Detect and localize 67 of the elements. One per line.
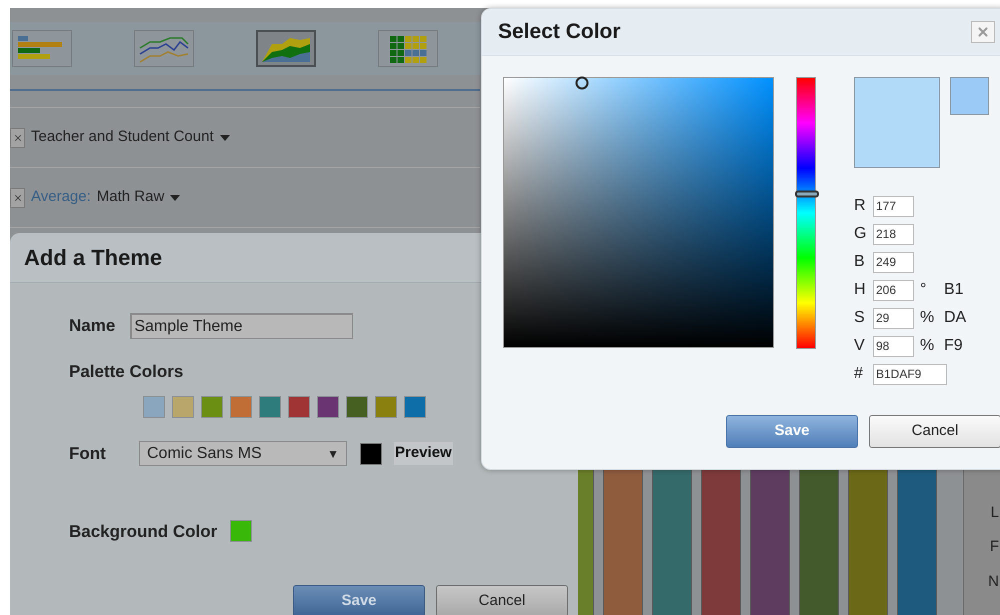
hex-pair-label: F9 — [944, 336, 963, 356]
palette-swatch[interactable] — [404, 396, 426, 418]
unit-label: % — [919, 308, 936, 328]
palette-swatch[interactable] — [375, 396, 397, 418]
palette-swatch[interactable] — [346, 396, 368, 418]
hex-pair-label: B1 — [944, 280, 964, 300]
background-color-label: Background Color — [69, 520, 218, 543]
chart-type-button[interactable] — [378, 30, 438, 67]
dialog-title: Add a Theme — [24, 244, 162, 272]
color-value-field[interactable]: 177 — [873, 196, 914, 216]
font-preview: Preview — [394, 442, 453, 465]
palette-swatch[interactable] — [172, 396, 194, 418]
caret-icon — [170, 194, 180, 200]
filter-label: Math Raw — [96, 187, 164, 208]
palette-swatch[interactable] — [317, 396, 339, 418]
field-label: # — [854, 364, 864, 384]
filter-qualifier: Average: — [31, 187, 91, 208]
chart-type-button[interactable] — [12, 30, 72, 67]
side-label: L — [990, 502, 1000, 522]
name-label: Name — [69, 315, 116, 338]
background-color-swatch[interactable] — [230, 520, 252, 542]
side-label: N — [988, 572, 1000, 592]
filter-dropdown[interactable]: Teacher and Student Count — [31, 126, 230, 149]
font-select[interactable]: Comic Sans MS ▼ — [139, 441, 347, 466]
side-label: F — [990, 537, 1000, 557]
color-value-field[interactable]: 218 — [873, 224, 914, 244]
field-label: R — [854, 196, 867, 216]
palette-label: Palette Colors — [69, 361, 184, 383]
close-icon — [976, 25, 990, 39]
palette-swatch[interactable] — [259, 396, 281, 418]
color-value-field[interactable]: 29 — [873, 308, 914, 328]
name-input-field[interactable]: Sample Theme — [130, 313, 354, 339]
remove-filter-button[interactable] — [10, 188, 25, 208]
color-value-field[interactable]: B1DAF9 — [873, 364, 947, 384]
remove-icon — [12, 192, 22, 202]
palette-swatch[interactable] — [143, 396, 165, 418]
field-label: G — [854, 224, 868, 244]
field-label: V — [854, 336, 866, 356]
hue-slider-thumb[interactable] — [795, 190, 819, 198]
unit-label: % — [919, 336, 936, 356]
color-value-field[interactable]: 206 — [873, 280, 914, 300]
hue-slider-track[interactable] — [796, 77, 816, 349]
close-button[interactable] — [971, 21, 995, 43]
palette-swatch[interactable] — [201, 396, 223, 418]
color-value-field[interactable]: 98 — [873, 336, 914, 356]
remove-icon — [12, 132, 22, 142]
grid-chart-icon — [388, 34, 428, 64]
cancel-button[interactable]: Cancel — [869, 415, 1000, 448]
caret-icon — [220, 134, 230, 140]
saturation-value-picker[interactable] — [503, 77, 774, 348]
filter-dropdown[interactable]: Average: Math Raw — [31, 186, 180, 209]
chart-type-button[interactable] — [256, 30, 316, 67]
chart-type-button[interactable] — [134, 30, 194, 67]
font-color-swatch[interactable] — [360, 442, 382, 464]
palette-swatch[interactable] — [230, 396, 252, 418]
filter-label: Teacher and Student Count — [31, 127, 214, 148]
unit-label: ° — [919, 280, 928, 300]
palette-swatch[interactable] — [288, 396, 310, 418]
font-label: Font — [69, 442, 107, 465]
remove-filter-button[interactable] — [10, 128, 25, 148]
field-label: H — [854, 280, 867, 300]
color-value-field[interactable]: 249 — [873, 252, 914, 272]
cancel-button[interactable]: Cancel — [436, 585, 568, 615]
dialog-title: Select Color — [498, 19, 621, 46]
field-label: S — [854, 308, 866, 328]
field-label: B — [854, 252, 866, 272]
hex-pair-label: DA — [944, 308, 966, 328]
